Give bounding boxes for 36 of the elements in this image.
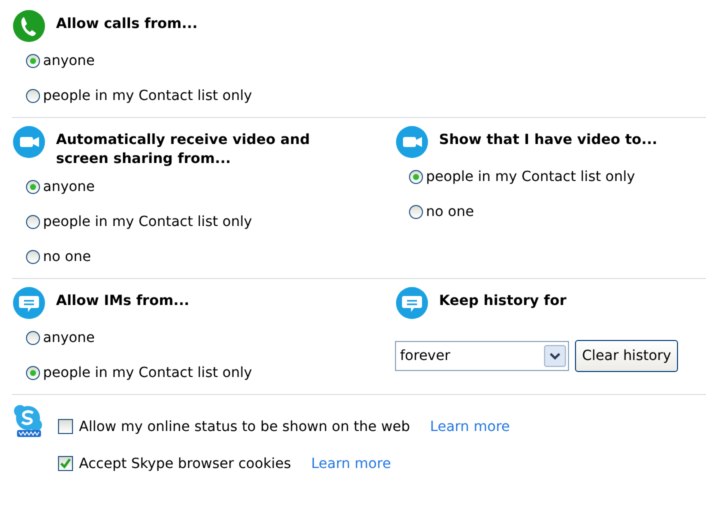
radio-button[interactable] [26,250,40,264]
section-title: Allow IMs from... [56,292,190,311]
clear-history-button[interactable]: Clear history [575,340,678,372]
option-label: people in my Contact list only [43,214,252,230]
phone-icon [12,9,46,43]
option-label: anyone [43,178,95,194]
radio-button[interactable] [26,214,40,228]
checkbox-label: Allow my online status to be shown on the web [79,418,410,434]
video-camera-icon [12,125,46,159]
checkbox-label: Accept Skype browser cookies [79,456,292,472]
option-label: no one [43,248,91,264]
section-title: Automatically receive video and screen sharing from... [56,131,311,169]
radio-button[interactable] [409,170,423,184]
learn-more-link[interactable]: Learn more [430,418,510,434]
section-title: Allow calls from... [56,15,198,34]
radio-button[interactable] [26,180,40,194]
option-label: anyone [43,52,95,68]
radio-button[interactable] [26,330,40,344]
option-label: people in my Contact list only [43,364,252,380]
option-label: people in my Contact list only [426,168,636,184]
radio-button[interactable] [26,54,40,68]
checkbox[interactable] [58,419,73,434]
chat-bubble-icon [395,286,429,320]
checkbox[interactable] [58,456,73,471]
radio-button[interactable] [409,204,423,218]
option-label: people in my Contact list only [43,88,252,104]
video-camera-icon [395,125,429,159]
radio-button[interactable] [26,88,40,102]
radio-button[interactable] [26,366,40,380]
option-label: no one [426,204,474,220]
history-dropdown[interactable]: forever [395,341,569,371]
chat-bubble-icon [12,286,46,320]
option-label: anyone [43,330,95,346]
learn-more-link[interactable]: Learn more [311,456,391,472]
section-title: Show that I have video to... [439,131,658,150]
section-title: Keep history for [439,292,566,311]
